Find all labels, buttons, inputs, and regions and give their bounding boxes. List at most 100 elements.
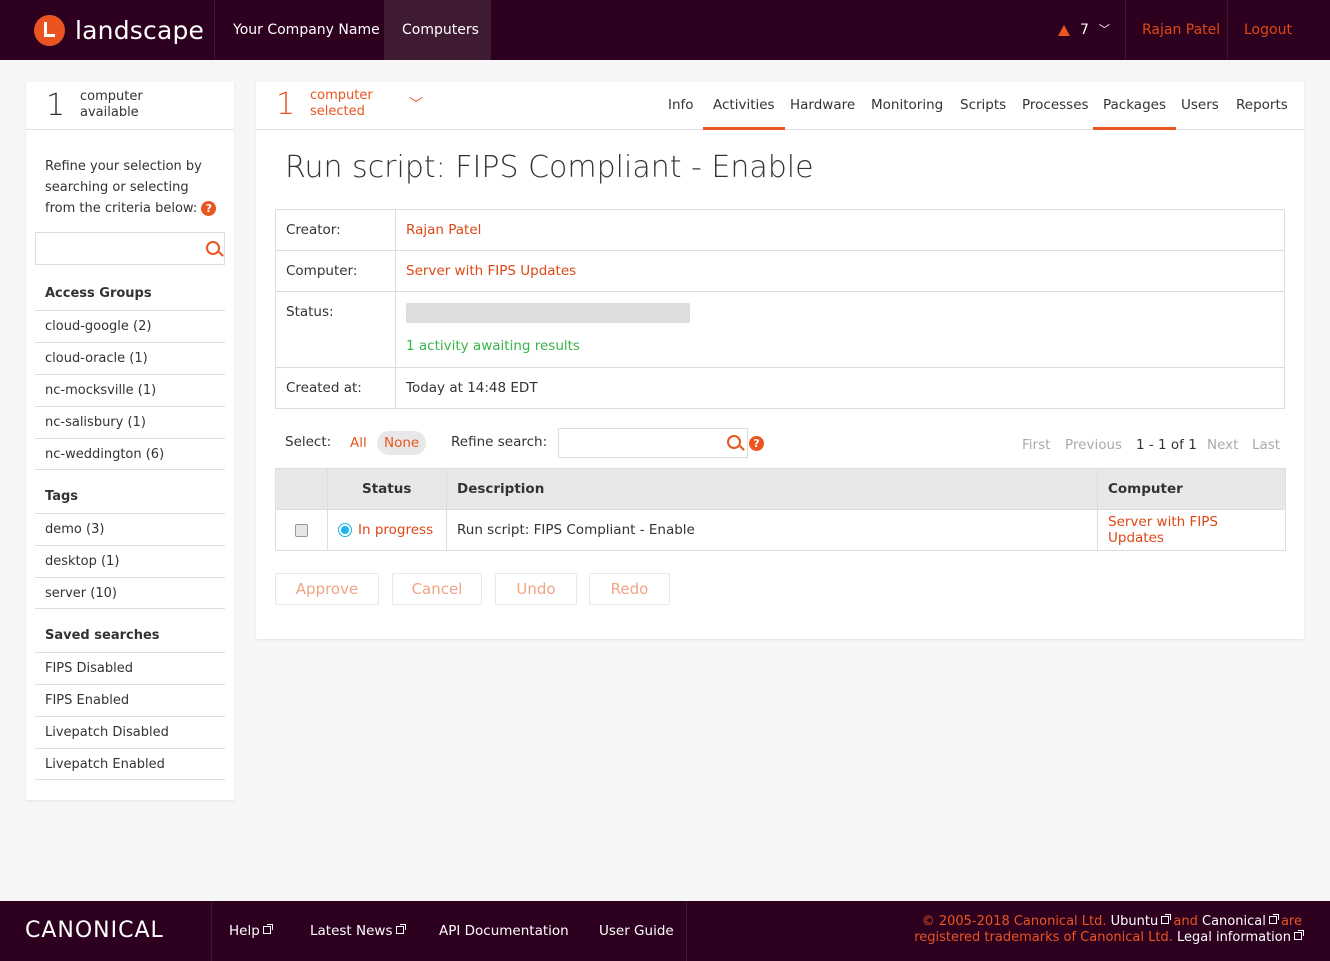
saved-search-item[interactable]: Livepatch Disabled	[35, 716, 225, 748]
created-row: Created at: Today at 14:48 EDT	[275, 367, 1285, 409]
selected-count[interactable]: 1	[276, 87, 295, 122]
row-checkbox[interactable]	[295, 523, 308, 537]
tag-item[interactable]: desktop (1)	[35, 545, 225, 577]
chevron-down-icon[interactable]: ﹀	[409, 94, 423, 114]
footer-divider	[686, 901, 687, 961]
help-icon[interactable]: ?	[749, 436, 764, 451]
main-panel: 1 computer selected ﹀ Info Activities Ha…	[256, 82, 1304, 639]
status-text: 1 activity awaiting results	[406, 338, 580, 354]
tab-activities[interactable]: Activities	[703, 82, 785, 130]
external-link-icon	[1294, 930, 1304, 940]
access-groups-title: Access Groups	[45, 286, 152, 301]
table-header: Status Description Computer	[275, 468, 1286, 510]
pager-first[interactable]: First	[1022, 437, 1050, 453]
tab-packages[interactable]: Packages	[1093, 82, 1176, 130]
cancel-button[interactable]: Cancel	[392, 573, 482, 605]
creator-label: Creator:	[275, 209, 396, 251]
description-column-header[interactable]: Description	[446, 468, 1098, 510]
logout-link[interactable]: Logout	[1244, 0, 1292, 60]
sidebar: 1 computer available Refine your selecti…	[26, 82, 234, 800]
select-all-link[interactable]: All	[343, 431, 374, 455]
refine-search-input[interactable]	[558, 428, 748, 458]
external-link-icon	[1268, 914, 1279, 924]
access-group-item[interactable]: cloud-google (2)	[35, 310, 225, 342]
refine-instructions: Refine your selection by searching or se…	[45, 156, 220, 219]
created-label: Created at:	[275, 367, 396, 409]
status-link[interactable]: In progress	[358, 522, 433, 538]
access-group-item[interactable]: cloud-oracle (1)	[35, 342, 225, 374]
status-row: Status: 1 activity awaiting results	[275, 291, 1285, 368]
saved-searches-list: FIPS Disabled FIPS Enabled Livepatch Dis…	[35, 652, 225, 780]
ubuntu-link[interactable]: Ubuntu	[1111, 914, 1172, 929]
footer-news-link[interactable]: Latest News	[310, 901, 406, 961]
status-column-header[interactable]: Status	[327, 468, 447, 510]
redo-button[interactable]: Redo	[589, 573, 670, 605]
nav-org[interactable]: Your Company Name	[215, 0, 398, 60]
copyright: © 2005-2018 Canonical Ltd. Ubuntu and Ca…	[914, 914, 1304, 945]
landscape-logo-icon	[34, 15, 65, 46]
undo-button[interactable]: Undo	[495, 573, 577, 605]
activities-table: Status Description Computer In progress …	[275, 468, 1286, 551]
description-cell: Run script: FIPS Compliant - Enable	[446, 509, 1098, 551]
selection-header: 1 computer selected ﹀ Info Activities Ha…	[256, 82, 1304, 130]
canonical-logo: CANONICAL	[25, 918, 164, 943]
tags-title: Tags	[45, 489, 79, 504]
available-header: 1 computer available	[26, 82, 234, 130]
page-title: Run script: FIPS Compliant - Enable	[285, 150, 814, 185]
external-link-icon	[262, 924, 273, 934]
alert-count: 7	[1080, 22, 1089, 38]
tag-item[interactable]: demo (3)	[35, 513, 225, 545]
search-icon[interactable]	[206, 241, 220, 255]
canonical-link[interactable]: Canonical	[1202, 914, 1279, 929]
saved-search-item[interactable]: FIPS Enabled	[35, 684, 225, 716]
pager-next[interactable]: Next	[1207, 437, 1238, 453]
external-link-icon	[1161, 914, 1172, 924]
pager-last[interactable]: Last	[1252, 437, 1280, 453]
saved-search-item[interactable]: FIPS Disabled	[35, 652, 225, 684]
search-icon[interactable]	[727, 435, 741, 449]
created-value: Today at 14:48 EDT	[395, 367, 1285, 409]
tab-monitoring[interactable]: Monitoring	[861, 82, 953, 130]
computer-link[interactable]: Server with FIPS Updates	[1108, 514, 1218, 546]
table-row: In progress Run script: FIPS Compliant -…	[275, 509, 1286, 551]
select-none-link[interactable]: None	[377, 431, 427, 455]
tab-processes[interactable]: Processes	[1012, 82, 1099, 130]
access-group-item[interactable]: nc-salisbury (1)	[35, 406, 225, 438]
access-group-item[interactable]: nc-weddington (6)	[35, 438, 225, 470]
tab-hardware[interactable]: Hardware	[780, 82, 865, 130]
saved-search-item[interactable]: Livepatch Enabled	[35, 748, 225, 780]
landscape-logo[interactable]: landscape	[34, 15, 204, 46]
sidebar-search-input[interactable]	[35, 232, 225, 265]
nav-divider	[1227, 0, 1228, 60]
chevron-down-icon: ﹀	[1098, 23, 1110, 36]
footer-help-link[interactable]: Help	[229, 901, 273, 961]
pager-range: 1 - 1 of 1	[1136, 437, 1197, 453]
selected-label[interactable]: computer selected	[310, 88, 373, 120]
available-label: computer available	[80, 89, 143, 120]
tag-item[interactable]: server (10)	[35, 577, 225, 609]
user-name[interactable]: Rajan Patel	[1142, 0, 1220, 60]
external-link-icon	[395, 924, 406, 934]
alert-triangle-icon	[1058, 24, 1070, 36]
available-count: 1	[46, 88, 66, 123]
tab-info[interactable]: Info	[658, 82, 704, 130]
footer-api-link[interactable]: API Documentation	[439, 901, 569, 961]
access-group-item[interactable]: nc-mocksville (1)	[35, 374, 225, 406]
footer-divider	[211, 901, 212, 961]
tab-scripts[interactable]: Scripts	[950, 82, 1016, 130]
nav-computers[interactable]: Computers	[384, 0, 491, 60]
tab-users[interactable]: Users	[1171, 82, 1229, 130]
footer-guide-link[interactable]: User Guide	[599, 901, 674, 961]
legal-link[interactable]: Legal information	[1177, 930, 1304, 945]
creator-link[interactable]: Rajan Patel	[406, 222, 481, 238]
pager-previous[interactable]: Previous	[1065, 437, 1122, 453]
alerts-dropdown[interactable]: 7 ﹀	[1058, 0, 1110, 60]
select-label: Select:	[285, 434, 332, 450]
access-groups-list: cloud-google (2) cloud-oracle (1) nc-moc…	[35, 310, 225, 470]
computer-column-header[interactable]: Computer	[1097, 468, 1286, 510]
help-icon[interactable]: ?	[201, 201, 217, 216]
tab-reports[interactable]: Reports	[1226, 82, 1298, 130]
approve-button[interactable]: Approve	[275, 573, 379, 605]
computer-link[interactable]: Server with FIPS Updates	[406, 263, 576, 279]
progress-bar	[406, 303, 690, 323]
